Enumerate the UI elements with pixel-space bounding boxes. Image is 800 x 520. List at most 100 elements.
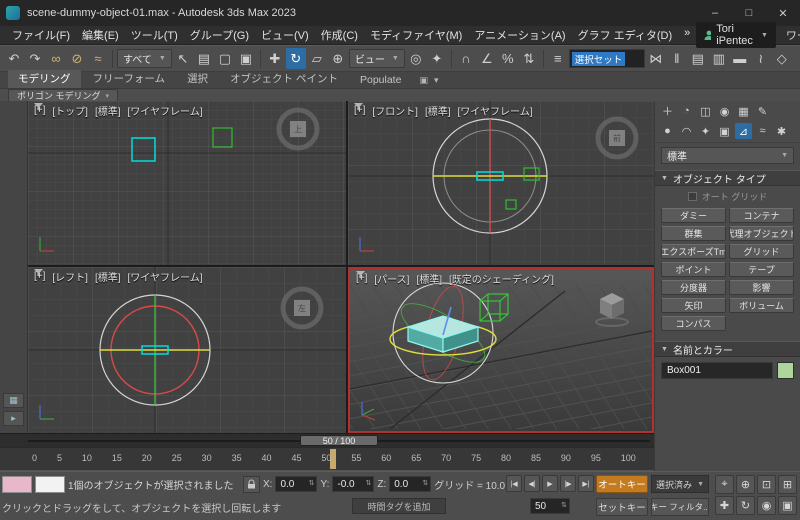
viewport-name[interactable]: [レフト] — [52, 269, 88, 284]
spinner-icon[interactable]: ⇅ — [422, 480, 428, 487]
helper-type-button[interactable]: コンテナ — [729, 208, 794, 223]
cameras-category-icon[interactable]: ▣ — [716, 123, 733, 139]
helper-type-button[interactable]: グリッド — [729, 244, 794, 259]
helper-type-button[interactable]: 群集 — [661, 226, 726, 241]
layer-explorer-icon[interactable]: ▥ — [709, 48, 729, 69]
motion-tab-icon[interactable]: ◉ — [716, 103, 733, 119]
autogrid-checkbox[interactable] — [687, 192, 697, 201]
systems-category-icon[interactable]: ✱ — [773, 123, 790, 139]
display-tab-icon[interactable]: ▦ — [735, 103, 752, 119]
orbit-icon[interactable]: ↻ — [736, 496, 755, 515]
viewport-front-canvas[interactable]: 前 — [348, 101, 654, 265]
schematic-view-icon[interactable]: ◇ — [772, 48, 792, 69]
object-type-rollout-header[interactable]: ▼ オブジェクト タイプ — [655, 170, 800, 186]
viewport-shading[interactable]: [ワイヤフレーム] — [128, 103, 203, 118]
current-frame-field[interactable]: 50 ⇅ — [530, 498, 570, 514]
viewport-perspective-canvas[interactable] — [350, 269, 652, 429]
helper-type-button[interactable]: ダミー — [661, 208, 726, 223]
use-pivot-point-center-icon[interactable]: ◎ — [406, 48, 426, 69]
viewport-shading[interactable]: [ワイヤフレーム] — [128, 269, 203, 284]
rotation-gizmo[interactable] — [99, 294, 211, 406]
menu-item[interactable]: ファイル(F) — [6, 27, 76, 43]
y-coordinate-field[interactable]: -0.0 ⇅ — [332, 476, 375, 492]
viewport-left[interactable]: [+] [レフト] [標準] [ワイヤフレーム] 左 — [28, 267, 346, 433]
go-to-end-button[interactable]: ▶| — [578, 475, 594, 492]
mirror-icon[interactable]: ⋈ — [646, 48, 666, 69]
selection-lock-toggle[interactable] — [243, 475, 260, 493]
add-time-tag-field[interactable]: 時間タグを追加 — [352, 498, 446, 514]
viewport-layout-tab-a-icon[interactable]: ▦ — [3, 393, 24, 408]
menu-item[interactable]: ツール(T) — [125, 27, 184, 43]
select-and-rotate-icon[interactable]: ↻ — [285, 48, 306, 69]
ribbon-toggle-icon[interactable]: ▬ — [730, 48, 750, 69]
helper-type-button[interactable]: テープ — [729, 262, 794, 277]
ribbon-minimize-icon[interactable]: ▾ — [434, 75, 439, 86]
ribbon-tab[interactable]: フリーフォーム — [83, 70, 176, 88]
set-key-button[interactable]: セットキー — [596, 498, 648, 516]
unlink-selection-icon[interactable]: ⊘ — [67, 48, 87, 69]
percent-snap-icon[interactable]: % — [498, 48, 518, 69]
undo-icon[interactable]: ↶ — [4, 48, 24, 69]
object-color-swatch[interactable] — [777, 362, 794, 379]
viewport-perspective-active[interactable]: [+] [パース] [標準] [既定のシェーディング] — [348, 267, 654, 433]
viewport-left-canvas[interactable]: 左 — [28, 267, 346, 433]
snap-toggle-icon[interactable]: ∩ — [456, 48, 476, 69]
x-coordinate-field[interactable]: 0.0 ⇅ — [275, 476, 318, 492]
ribbon-config-icon[interactable]: ▣ — [419, 75, 428, 86]
scene-explorer-icon[interactable]: ▤ — [688, 48, 708, 69]
auto-key-button[interactable]: オートキー — [596, 475, 648, 493]
maxscript-macro-recorder-pane[interactable] — [2, 475, 32, 493]
viewport-name[interactable]: [フロント] — [372, 103, 418, 118]
viewport-filter-icon[interactable] — [34, 269, 43, 278]
select-and-move-icon[interactable]: ✚ — [265, 48, 285, 69]
spinner-icon[interactable]: ⇅ — [365, 480, 371, 487]
helper-type-button[interactable]: 分度器 — [661, 280, 726, 295]
viewport-filter-icon[interactable] — [356, 271, 365, 280]
zoom-icon[interactable]: ⌖ — [715, 475, 734, 494]
helpers-category-icon[interactable]: ⊿ — [735, 123, 752, 139]
viewport-style[interactable]: [標準] — [416, 271, 442, 286]
select-by-name-icon[interactable]: ▤ — [194, 48, 214, 69]
fov-icon[interactable]: ◉ — [757, 496, 776, 515]
window-crossing-icon[interactable]: ▣ — [236, 48, 256, 69]
selection-filter-dropdown[interactable]: すべて ▼ — [117, 49, 172, 68]
viewport-front[interactable]: [+] [フロント] [標準] [ワイヤフレーム] 前 — [348, 101, 654, 265]
menu-item[interactable]: モディファイヤ(M) — [364, 27, 468, 43]
ribbon-tab[interactable]: Populate — [350, 73, 411, 88]
spinner-icon[interactable]: ⇅ — [561, 502, 567, 509]
viewport-top-canvas[interactable]: 上 — [28, 101, 346, 265]
zoom-all-icon[interactable]: ⊕ — [736, 475, 755, 494]
edit-named-selection-sets-icon[interactable]: ≡ — [548, 48, 568, 69]
ribbon-tab[interactable]: オブジェクト ペイント — [220, 70, 348, 88]
material-editor-icon[interactable]: ◑ — [793, 48, 800, 69]
play-button[interactable]: ▶ — [542, 475, 558, 492]
ribbon-tab[interactable]: 選択 — [177, 70, 218, 88]
zoom-extents-icon[interactable]: ⊡ — [757, 475, 776, 494]
select-and-place-icon[interactable]: ⊕ — [328, 48, 348, 69]
viewport-layout-tab-b-icon[interactable]: ▸ — [3, 411, 24, 426]
helper-type-button[interactable]: 代理オブジェクト — [729, 226, 794, 241]
viewport-style[interactable]: [標準] — [95, 103, 121, 118]
curve-editor-icon[interactable]: ≀ — [751, 48, 771, 69]
previous-frame-button[interactable]: ◀| — [524, 475, 540, 492]
viewport-name[interactable]: [パース] — [374, 271, 409, 286]
angle-snap-icon[interactable]: ∠ — [477, 48, 497, 69]
menu-item[interactable]: 作成(C) — [315, 27, 364, 43]
modify-tab-icon[interactable]: ◔ — [678, 103, 695, 119]
helper-type-button[interactable]: 影響 — [729, 280, 794, 295]
lights-category-icon[interactable]: ✦ — [697, 123, 714, 139]
account-button[interactable]: Tori iPentec ▼ — [696, 22, 776, 48]
time-slider-handle[interactable]: 50 / 100 — [300, 435, 378, 446]
reference-coordinate-dropdown[interactable]: ビュー ▼ — [348, 49, 405, 68]
viewport-shading[interactable]: [既定のシェーディング] — [449, 271, 554, 286]
workspace-selector[interactable]: ワークスペース: 既定値 ▼ — [786, 27, 800, 43]
helper-type-button[interactable]: エクスポーズTm — [661, 244, 726, 259]
z-coordinate-field[interactable]: 0.0 ⇅ — [389, 476, 432, 492]
object-name-field[interactable]: Box001 — [661, 362, 773, 379]
maxscript-mini-listener-pane[interactable] — [35, 475, 65, 493]
menu-item[interactable]: ビュー(V) — [255, 27, 315, 43]
key-filters-button[interactable]: キー フィルタ... — [651, 498, 709, 516]
key-selection-dropdown[interactable]: 選択済み ▼ — [651, 475, 709, 493]
menu-item[interactable]: グラフ エディタ(D) — [572, 27, 679, 43]
pan-icon[interactable]: ✚ — [715, 496, 734, 515]
